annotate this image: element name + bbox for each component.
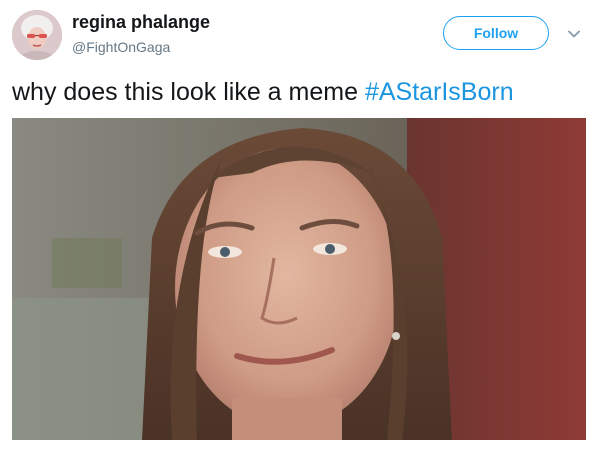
- tweet-text-body: why does this look like a meme: [12, 78, 365, 106]
- display-name[interactable]: regina phalange: [72, 12, 210, 33]
- tweet-card: regina phalange @FightOnGaga Follow why …: [0, 0, 600, 449]
- follow-button[interactable]: Follow: [443, 16, 549, 50]
- tweet-text: why does this look like a meme #AStarIsB…: [12, 77, 514, 107]
- chevron-down-icon[interactable]: [566, 26, 582, 42]
- avatar[interactable]: [12, 10, 62, 60]
- tweet-media-photo[interactable]: [12, 118, 586, 440]
- avatar-image: [12, 10, 62, 60]
- user-handle[interactable]: @FightOnGaga: [72, 39, 170, 55]
- hashtag-link[interactable]: #AStarIsBorn: [365, 78, 514, 106]
- photo-image: [12, 118, 586, 440]
